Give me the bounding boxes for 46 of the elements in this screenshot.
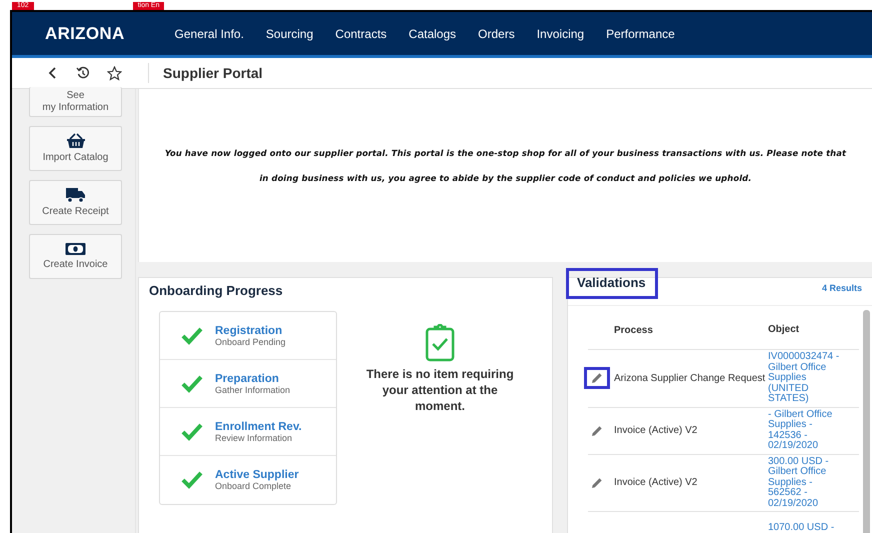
banknote-icon [65,242,86,256]
step-status: Review Information [215,432,294,442]
step-link[interactable]: Enrollment Rev. [215,420,302,432]
results-count[interactable]: 4 Results [822,282,862,292]
column-header: Object [768,324,800,336]
nav-link[interactable]: Invoicing [536,26,584,40]
logo-text[interactable]: ARIZONA [45,24,125,44]
basket-icon [66,133,86,149]
object-link[interactable]: IV0000032474 - Gilbert Office Supplies (UNITED STATES) [768,352,846,404]
table-cell-text: Arizona Supplier Change Request [614,372,766,384]
pencil-icon [591,424,603,436]
panel-title: Onboarding Progress [148,282,284,300]
nav-link[interactable]: Orders [478,26,515,40]
edit-button[interactable] [584,367,610,390]
step-status: Gather Information [215,384,290,394]
object-link[interactable]: 1070.00 USD - [768,522,846,533]
step-link[interactable]: Registration [215,324,286,336]
pencil-icon [591,372,603,384]
sidebar-button[interactable]: Import Catalog [29,126,122,171]
sidebar-button[interactable]: Create Receipt [29,180,122,225]
pencil-icon [591,476,603,489]
star-icon [107,66,122,80]
column-header: Process [614,324,654,336]
nav-link[interactable]: Sourcing [266,26,314,40]
table-cell-text: Invoice (Active) V2 [614,477,698,488]
clipboard-check-icon [425,324,455,362]
object-link[interactable]: - Gilbert Office Supplies - 142536 - 02/19/2020 [768,410,846,452]
nav-link[interactable]: General Info. [174,26,244,40]
sidebar-button[interactable]: Create Invoice [29,234,122,279]
scrollbar[interactable] [863,310,870,533]
history-icon [76,66,90,80]
object-link[interactable]: 300.00 USD - Gilbert Office Supplies - 562562 - 02/19/2020 [768,456,846,509]
welcome-message: You have now logged onto our supplier portal. This portal is the one-stop shop for all of your business transactions with us. Please note that in doing business with us, you agree to abide by the supplier code of conduct and policies we uphold. [164,146,848,185]
page-title: Supplier Portal [163,65,263,81]
step-link[interactable]: Preparation [215,372,290,384]
nav-link[interactable]: Contracts [335,26,387,40]
nav-link[interactable]: Performance [606,26,675,40]
step-status: Onboard Complete [215,481,292,491]
step-link[interactable]: Active Supplier [215,469,299,481]
panel-title: Validations [566,268,658,299]
nav-link[interactable]: Catalogs [408,26,456,40]
step-status: Onboard Pending [215,336,286,346]
sidebar-button[interactable]: See my Information [29,87,122,117]
truck-icon [65,187,86,203]
table-cell-text: Invoice (Active) V2 [614,425,698,436]
empty-message: There is no item requiring your attention at the moment. [365,366,515,414]
